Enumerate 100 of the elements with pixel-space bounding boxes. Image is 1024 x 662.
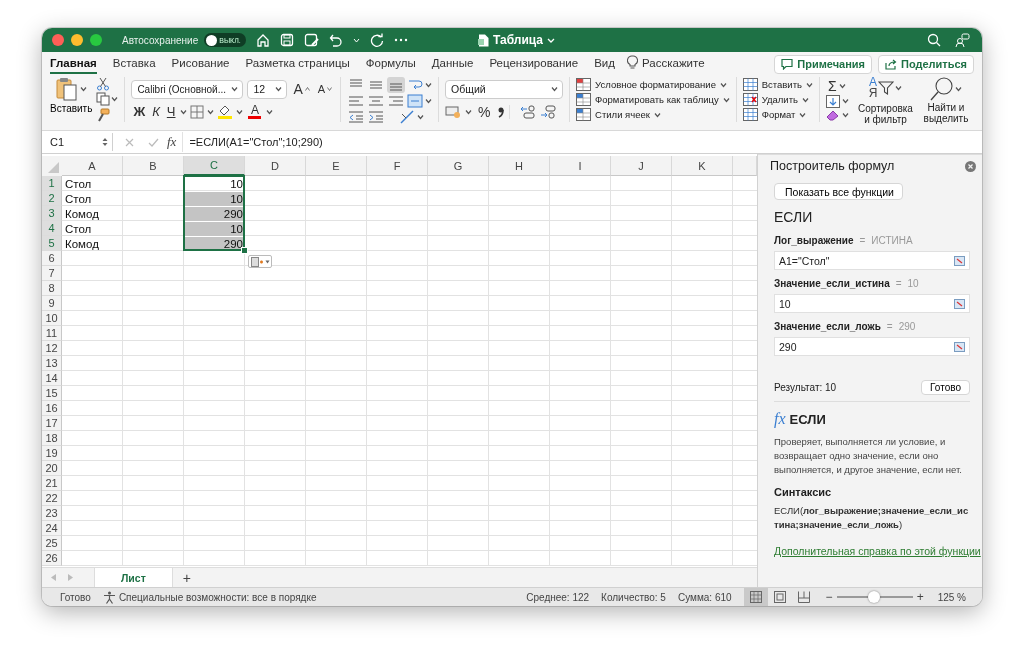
save-icon[interactable] (280, 33, 295, 47)
column-header[interactable]: G (428, 156, 489, 176)
increase-decimal-icon[interactable] (519, 104, 536, 119)
fill-handle[interactable] (241, 247, 248, 254)
formula-field[interactable]: =ЕСЛИ(A1="Стол";10;290) (182, 132, 982, 152)
styles-button[interactable]: Условное форматирование (576, 78, 730, 91)
caret-icon[interactable] (207, 108, 215, 115)
zoom-slider-thumb[interactable] (867, 591, 880, 603)
caret-icon[interactable] (551, 86, 559, 92)
orientation-icon[interactable] (399, 109, 416, 125)
decrease-decimal-icon[interactable] (539, 104, 556, 119)
column-header[interactable]: H (489, 156, 550, 176)
column-header[interactable]: K (672, 156, 733, 176)
help-link[interactable]: Дополнительная справка по этой функции (774, 545, 981, 557)
ribbon-tab[interactable]: Вид (594, 56, 615, 74)
row-header[interactable]: 21 (42, 476, 62, 491)
row-header[interactable]: 16 (42, 401, 62, 416)
column-header[interactable]: F (367, 156, 428, 176)
paste-options-button[interactable] (248, 255, 272, 268)
view-button[interactable] (743, 588, 768, 606)
caret-icon[interactable] (653, 111, 661, 118)
accessibility-status[interactable]: Специальные возможности: все в порядке (118, 591, 317, 603)
percent-button[interactable]: % (476, 103, 493, 120)
tell-me-field[interactable]: Расскажите (642, 56, 705, 69)
row-header[interactable]: 15 (42, 386, 62, 401)
ribbon-tab[interactable]: Разметка страницы (245, 56, 350, 74)
row-header[interactable]: 3 (42, 206, 62, 221)
accessibility-icon[interactable] (102, 590, 116, 604)
people-icon[interactable] (955, 32, 970, 48)
copy-icon[interactable] (96, 92, 111, 107)
row-header[interactable]: 10 (42, 311, 62, 326)
ribbon-tab[interactable]: Рисование (171, 56, 230, 74)
row-header[interactable]: 7 (42, 266, 62, 281)
redo-icon[interactable] (370, 33, 385, 47)
underline-button[interactable]: Ч (164, 104, 178, 120)
search-icon[interactable] (927, 32, 941, 47)
argument-field[interactable]: A1="Стол" (774, 251, 970, 270)
caret-icon[interactable] (79, 86, 87, 92)
caret-icon[interactable] (417, 114, 425, 120)
caret-icon[interactable] (425, 82, 433, 88)
scissors-icon[interactable] (96, 77, 111, 92)
eraser-icon[interactable] (825, 109, 840, 122)
row-header[interactable]: 17 (42, 416, 62, 431)
caret-icon[interactable] (838, 82, 846, 89)
column-header[interactable]: D (245, 156, 306, 176)
zoom-in-button[interactable]: + (912, 590, 928, 604)
row-header[interactable]: 13 (42, 356, 62, 371)
row-header[interactable]: 14 (42, 371, 62, 386)
caret-icon[interactable] (236, 108, 244, 115)
zoom-button[interactable] (90, 34, 102, 46)
row-header[interactable]: 26 (42, 551, 62, 566)
row-header[interactable]: 20 (42, 461, 62, 476)
font-color-button[interactable]: A (246, 104, 264, 120)
format-painter-icon[interactable] (96, 107, 111, 122)
row-header[interactable]: 23 (42, 506, 62, 521)
minimize-button[interactable] (71, 34, 83, 46)
find-select-button[interactable]: Найти и выделить (922, 77, 970, 122)
column-header[interactable]: C (184, 156, 245, 176)
back-button[interactable]: Показать все функции (774, 183, 903, 200)
font-size-dropdown[interactable]: 12 (247, 79, 288, 99)
autosum-button[interactable]: Σ (825, 77, 849, 94)
caret-icon[interactable] (425, 98, 433, 104)
fill-color-icon[interactable] (217, 104, 234, 120)
caret-icon[interactable] (111, 96, 119, 103)
caret-icon[interactable] (465, 108, 473, 115)
caret-icon[interactable] (275, 86, 283, 93)
comma-style-icon[interactable] (496, 105, 505, 118)
insert-function-button[interactable]: fx (167, 134, 177, 150)
column-header[interactable]: E (306, 156, 367, 176)
comments-button[interactable]: Примечания (774, 54, 872, 74)
row-header[interactable]: 24 (42, 521, 62, 536)
column-header[interactable]: A (62, 156, 123, 176)
row-header[interactable]: 22 (42, 491, 62, 506)
align-icon[interactable] (387, 77, 406, 93)
caret-icon[interactable] (955, 86, 962, 92)
share-button[interactable]: Поделиться (877, 54, 974, 74)
ribbon-tab[interactable]: Данные (431, 56, 474, 74)
home-icon[interactable] (256, 33, 271, 47)
cells-button[interactable]: Вставить (742, 78, 813, 91)
row-header[interactable]: 4 (42, 221, 62, 236)
ribbon-tab[interactable]: Вставка (112, 56, 156, 74)
undo-icon[interactable] (329, 33, 344, 47)
lightbulb-icon[interactable] (627, 55, 638, 70)
number-format-dropdown[interactable]: Общий (445, 79, 564, 99)
check-icon[interactable] (148, 137, 159, 147)
bold-button[interactable]: Ж (131, 104, 148, 120)
save-edit-icon[interactable] (304, 33, 320, 47)
grow-font-button[interactable]: A (291, 81, 312, 98)
styles-button[interactable]: Форматировать как таблицу (576, 93, 730, 106)
cells-button[interactable]: Формат (742, 108, 813, 121)
caret-icon[interactable] (266, 108, 274, 115)
font-dropdown[interactable]: Calibri (Основной... (131, 79, 244, 99)
styles-button[interactable]: Стили ячеек (576, 108, 730, 121)
ribbon-tab[interactable]: Формулы (365, 56, 416, 74)
italic-button[interactable]: К (150, 104, 162, 120)
row-header[interactable]: 12 (42, 341, 62, 356)
sheet-tab[interactable]: Лист (94, 567, 173, 588)
row-header[interactable]: 5 (42, 236, 62, 251)
column-header[interactable]: I (550, 156, 611, 176)
zoom-out-button[interactable]: − (821, 590, 837, 604)
